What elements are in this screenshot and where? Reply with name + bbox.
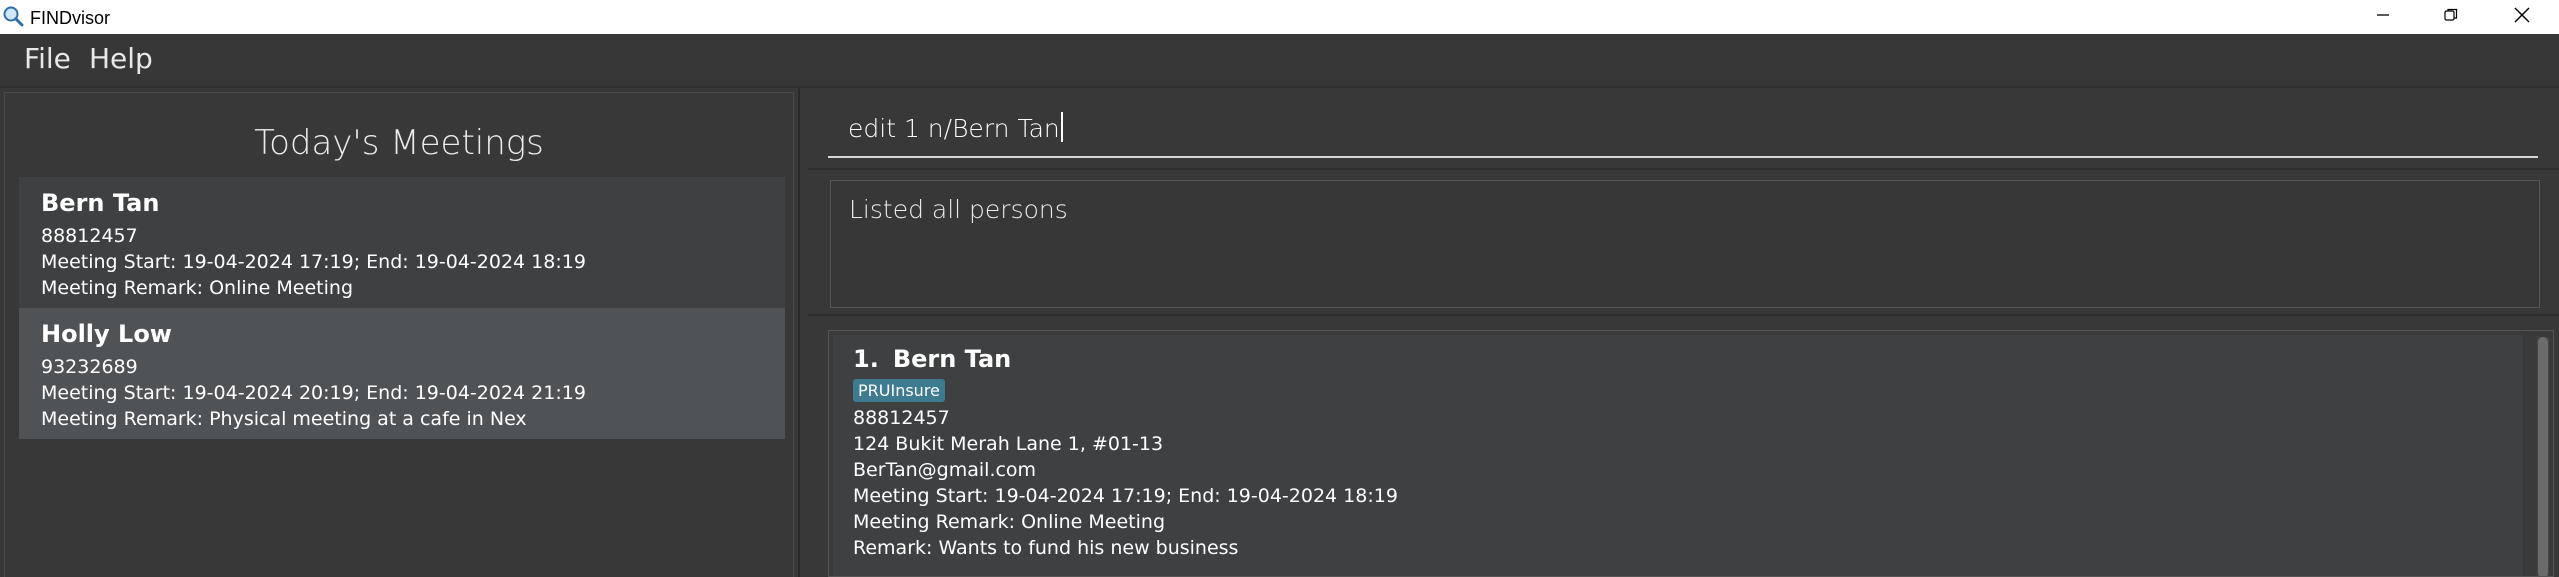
scrollbar-thumb[interactable] [2538, 337, 2548, 576]
title-bar: FINDvisor [0, 0, 2559, 34]
restore-icon [2443, 7, 2459, 28]
person-list: 1. Bern Tan PRUInsure 88812457 124 Bukit … [828, 330, 2554, 577]
meeting-remark: Meeting Remark: Online Meeting [41, 277, 354, 299]
meeting-card-selected[interactable]: Holly Low 93232689 Meeting Start: 19-04-… [19, 308, 785, 439]
menu-file[interactable]: File [24, 42, 71, 75]
person-name-row: 1. Bern Tan [853, 345, 2523, 373]
command-input-text[interactable]: edit 1 n/Bern Tan [848, 112, 1063, 143]
minimize-icon [2375, 7, 2391, 28]
meeting-person-name: Holly Low [41, 320, 172, 348]
window-title: FINDvisor [30, 8, 110, 28]
menu-help[interactable]: Help [89, 42, 153, 75]
meeting-person-name: Bern Tan [41, 189, 160, 217]
meeting-card[interactable]: Bern Tan 88812457 Meeting Start: 19-04-2… [19, 177, 785, 308]
result-display: Listed all persons [830, 180, 2540, 308]
person-list-scrollbar[interactable] [2537, 337, 2549, 576]
meeting-remark: Meeting Remark: Physical meeting at a ca… [41, 408, 527, 430]
meetings-list-container: Today's Meetings Bern Tan 88812457 Meeti… [4, 92, 794, 577]
close-icon [2513, 6, 2531, 29]
person-address: 124 Bukit Merah Lane 1, #01-13 [853, 433, 1164, 455]
meeting-time: Meeting Start: 19-04-2024 17:19; End: 19… [41, 251, 586, 273]
person-card[interactable]: 1. Bern Tan PRUInsure 88812457 124 Bukit … [833, 335, 2523, 576]
meeting-person-phone: 88812457 [41, 225, 138, 247]
menu-bar: File Help [0, 34, 2559, 88]
restore-button[interactable] [2417, 0, 2485, 34]
command-value: edit 1 n/Bern Tan [848, 114, 1060, 143]
command-input[interactable]: edit 1 n/Bern Tan [828, 104, 2538, 158]
main-panel: edit 1 n/Bern Tan Listed all persons 1. B… [808, 88, 2559, 577]
person-meeting-remark: Meeting Remark: Online Meeting [853, 511, 1166, 533]
person-meeting: Meeting Start: 19-04-2024 17:19; End: 19… [853, 485, 1398, 507]
search-icon [2, 5, 24, 27]
text-caret [1060, 112, 1063, 142]
minimize-button[interactable] [2349, 0, 2417, 34]
person-index: 1. [853, 345, 879, 373]
person-tag: PRUInsure [853, 379, 945, 402]
meeting-person-phone: 93232689 [41, 356, 138, 378]
close-button[interactable] [2488, 0, 2556, 34]
person-phone: 88812457 [853, 407, 950, 429]
divider [808, 314, 2559, 324]
person-remark: Remark: Wants to fund his new business [853, 537, 1239, 559]
divider [808, 168, 2559, 178]
person-name: Bern Tan [892, 345, 1012, 373]
meeting-time: Meeting Start: 19-04-2024 20:19; End: 19… [41, 382, 586, 404]
result-message: Listed all persons [849, 195, 1068, 224]
person-email: BerTan@gmail.com [853, 459, 1037, 481]
meetings-panel: Today's Meetings Bern Tan 88812457 Meeti… [0, 88, 800, 577]
meetings-title: Today's Meetings [254, 123, 544, 163]
